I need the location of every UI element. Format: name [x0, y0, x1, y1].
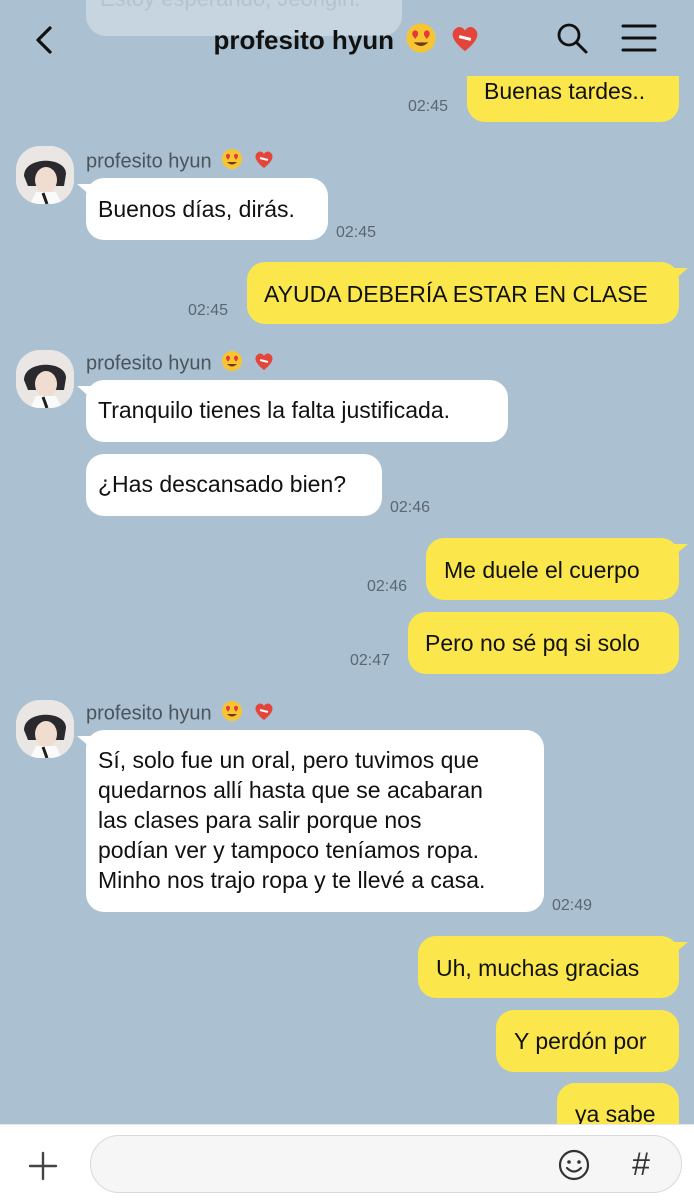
avatar[interactable] [16, 146, 74, 204]
plus-icon [28, 1151, 58, 1181]
message-bubble-incoming[interactable]: Sí, solo fue un oral, pero tuvimos que q… [77, 730, 544, 912]
search-button[interactable] [554, 20, 590, 56]
hashtag-icon: # [632, 1146, 650, 1182]
avatar[interactable] [16, 350, 74, 408]
message-text: Me duele el cuerpo [444, 557, 640, 583]
message-text: AYUDA DEBERÍA ESTAR EN CLASE [264, 281, 648, 307]
mending-heart-emoji [253, 700, 275, 728]
sender-name: profesito hyun [86, 350, 275, 378]
message-time: 02:47 [350, 652, 391, 669]
message-composer[interactable]: # [90, 1135, 682, 1193]
message-text: Buenas tardes.. [484, 78, 646, 104]
message-text: Y perdón por [514, 1028, 647, 1054]
search-icon [557, 23, 588, 54]
message-bubble-incoming[interactable]: ¿Has descansado bien? [86, 454, 382, 516]
heart-eyes-emoji [405, 22, 437, 62]
message-time: 02:46 [390, 499, 431, 516]
emoji-icon [558, 1149, 590, 1181]
attach-button[interactable] [26, 1149, 60, 1183]
avatar[interactable] [16, 700, 74, 758]
message-text-line: Sí, solo fue un oral, pero tuvimos que [98, 747, 479, 773]
message-text: Uh, muchas gracias [436, 955, 640, 981]
message-text: Buenos días, dirás. [98, 196, 295, 222]
chat-header: Estoy esperando, Jeongin. profesito hyun [0, 0, 694, 76]
message-text: Tranquilo tienes la falta justificada. [98, 397, 451, 423]
message-bubble-incoming[interactable]: Buenos días, dirás. [77, 178, 328, 240]
message-input[interactable] [109, 1148, 553, 1182]
message-bubble-outgoing[interactable]: Pero no sé pq si solo [408, 612, 679, 674]
mending-heart-emoji [253, 350, 275, 378]
message-bubble-outgoing[interactable]: AYUDA DEBERÍA ESTAR EN CLASE [247, 262, 688, 324]
menu-button[interactable] [618, 20, 660, 56]
mending-heart-emoji [253, 148, 275, 176]
message-text-line: Minho nos trajo ropa y te llevé a casa. [98, 867, 486, 893]
message-bubble-outgoing[interactable]: Me duele el cuerpo [426, 538, 688, 600]
message-time: 02:45 [336, 224, 377, 241]
emoji-button[interactable] [557, 1148, 591, 1182]
heart-eyes-emoji [221, 148, 243, 176]
message-text-line: las clases para salir porque nos [98, 807, 422, 833]
message-bubble-outgoing[interactable]: Uh, muchas gracias [418, 936, 688, 998]
sender-name: profesito hyun [86, 700, 275, 728]
hashtag-button[interactable]: # [623, 1146, 659, 1182]
contact-name: profesito hyun [213, 24, 395, 55]
sender-name: profesito hyun [86, 148, 275, 176]
menu-icon [621, 24, 657, 52]
message-text-line: quedarnos allí hasta que se acabaran [98, 777, 483, 803]
message-time: 02:45 [188, 302, 229, 319]
message-time: 02:45 [408, 98, 449, 115]
message-text-line: podían ver y tampoco teníamos ropa. [98, 837, 479, 863]
heart-eyes-emoji [221, 700, 243, 728]
message-time: 02:49 [552, 897, 593, 914]
message-text: Pero no sé pq si solo [425, 630, 640, 656]
message-bubble-outgoing[interactable]: Y perdón por [496, 1010, 679, 1072]
message-bubble-incoming[interactable]: Tranquilo tienes la falta justificada. [77, 380, 508, 442]
message-time: 02:46 [367, 578, 408, 595]
message-text: ¿Has descansado bien? [98, 471, 347, 497]
mending-heart-emoji [449, 22, 481, 62]
composer-bar: # [0, 1124, 694, 1201]
heart-eyes-emoji [221, 350, 243, 378]
previous-message-text: Estoy esperando, Jeongin. [100, 0, 361, 11]
